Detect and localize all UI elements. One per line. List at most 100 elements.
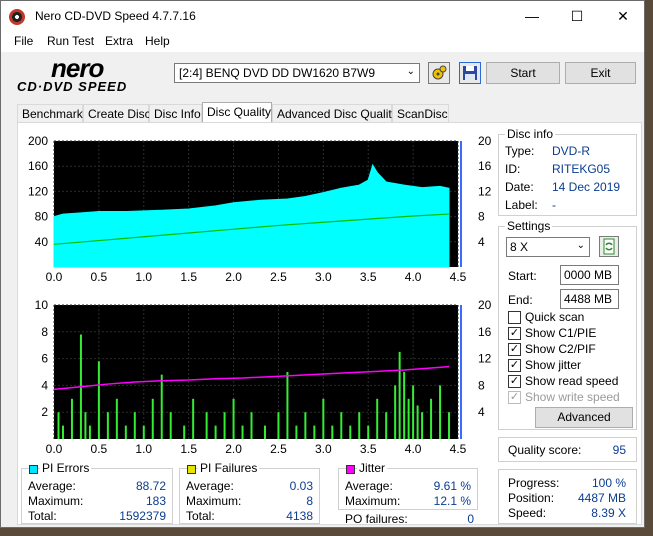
drive-select[interactable]: [2:4] BENQ DVD DD DW1620 B7W9 ⌄ [174, 63, 420, 83]
minimize-button[interactable]: — [509, 1, 555, 32]
y-left-tick-label: 2 [41, 405, 48, 419]
save-button[interactable] [459, 62, 481, 84]
pi-errors-chart: 0.0 0.5 1.0 1.5 2.0 2.5 3.0 3.5 4.0 4.5 200 160 120 8… [28, 134, 492, 284]
pi-errors-maximum-label: Maximum: [28, 494, 84, 508]
position-value: 4487 MB [577, 491, 626, 505]
window-title: Nero CD-DVD Speed 4.7.7.16 [35, 9, 196, 23]
start-input[interactable]: 0000 MB [560, 265, 619, 285]
start-button[interactable]: Start [486, 62, 560, 84]
x-tick-label: 0.5 [91, 442, 108, 455]
settings-header: Settings [505, 219, 553, 233]
show-read-speed-checkbox[interactable]: ✓ [508, 375, 521, 388]
jitter-maximum-label: Maximum: [345, 494, 401, 508]
disc-type-value: DVD-R [552, 144, 590, 158]
pi-failures-maximum: 8 [306, 494, 313, 508]
pi-errors-average: 88.72 [135, 479, 166, 493]
pi-failures-chart: 0.0 0.5 1.0 1.5 2.0 2.5 3.0 3.5 4.0 4.5 10 8 6 4 2 20 16… [35, 298, 492, 455]
tab-benchmark[interactable]: Benchmark [17, 104, 83, 123]
progress-group: Progress: 100 % Position: 4487 MB Speed:… [498, 469, 637, 524]
x-tick-label: 1.5 [180, 442, 197, 455]
y-left-tick-label: 6 [41, 352, 48, 366]
end-label: End: [508, 293, 533, 307]
refresh-speed-button[interactable] [599, 236, 619, 257]
y-left-tick-label: 160 [28, 159, 48, 173]
menu-bar: File Run Test Extra Help [1, 32, 644, 52]
po-failures-label: PO failures: [345, 512, 408, 526]
pi-failures-average-label: Average: [186, 479, 234, 493]
x-tick-label: 2.5 [270, 442, 287, 455]
close-button[interactable]: ✕ [600, 1, 646, 32]
quality-score-label: Quality score: [508, 443, 582, 457]
jitter-swatch [346, 465, 355, 474]
quick-scan-checkbox[interactable] [508, 311, 521, 324]
tab-advanced-disc-quality[interactable]: Advanced Disc Quality [272, 104, 398, 123]
tab-disc-quality[interactable]: Disc Quality [202, 102, 272, 124]
jitter-average: 9.61 % [433, 479, 471, 493]
y-right-tick-label: 4 [478, 405, 485, 419]
x-tick-label: 3.5 [360, 442, 377, 455]
tab-scandisc[interactable]: ScanDisc [392, 104, 449, 123]
pi-failures-header: PI Failures [198, 461, 260, 475]
menu-extra[interactable]: Extra [105, 34, 133, 48]
advanced-button[interactable]: Advanced [535, 407, 633, 428]
x-tick-label: 4.5 [450, 442, 467, 455]
y-left-tick-label: 200 [28, 134, 48, 148]
x-tick-label: 4.5 [450, 270, 467, 284]
pi-failures-swatch [187, 465, 196, 474]
settings-group: Settings 8 X ⌄ Start: 0000 MB End: 4488 … [498, 219, 637, 430]
disc-label-value: - [552, 198, 556, 212]
y-right-tick-label: 12 [478, 352, 492, 366]
show-c2-pif-checkbox[interactable]: ✓ [508, 343, 521, 356]
disc-quality-panel: 0.0 0.5 1.0 1.5 2.0 2.5 3.0 3.5 4.0 4.5 200 160 120 8… [17, 122, 642, 526]
menu-file[interactable]: File [14, 34, 33, 48]
pi-errors-header: PI Errors [40, 461, 92, 475]
drive-info-button[interactable] [428, 62, 450, 84]
x-tick-label: 3.0 [315, 442, 332, 455]
exit-button[interactable]: Exit [565, 62, 636, 84]
disc-date-value: 14 Dec 2019 [552, 180, 621, 194]
y-left-tick-label: 40 [35, 235, 49, 249]
speed-value: 8.39 X [591, 506, 626, 520]
show-write-speed-checkbox[interactable]: ✓ [508, 391, 521, 404]
x-tick-label: 2.5 [270, 270, 287, 284]
disc-info-header: Disc info [505, 127, 556, 141]
speed-label: Speed: [508, 506, 547, 520]
pi-errors-total: 1592379 [119, 509, 166, 523]
y-left-tick-label: 4 [41, 378, 48, 392]
start-label: Start: [508, 269, 537, 283]
plot-background [54, 305, 458, 439]
pi-failures-average: 0.03 [289, 479, 313, 493]
maximize-button[interactable]: ☐ [554, 1, 600, 32]
y-left-tick-label: 10 [35, 298, 49, 312]
logo-speed-text: CD·DVD SPEED [17, 79, 128, 94]
y-right-tick-label: 20 [478, 134, 492, 148]
show-c1-pie-checkbox[interactable]: ✓ [508, 327, 521, 340]
show-jitter-checkbox[interactable]: ✓ [508, 359, 521, 372]
disc-date-label: Date: [505, 180, 534, 194]
y-right-tick-label: 4 [478, 235, 485, 249]
progress-value: 100 % [591, 476, 626, 490]
tab-create-disc[interactable]: Create Disc [83, 104, 151, 123]
refresh-icon [603, 238, 615, 255]
x-tick-label: 0.0 [46, 442, 63, 455]
nero-logo: nero CD·DVD SPEED [15, 53, 165, 97]
app-window: Nero CD-DVD Speed 4.7.7.16 — ☐ ✕ File Ru… [0, 0, 645, 528]
menu-help[interactable]: Help [145, 34, 170, 48]
x-tick-label: 1.0 [135, 270, 152, 284]
pi-failures-maximum-label: Maximum: [186, 494, 242, 508]
disc-id-value: RITEKG05 [552, 162, 611, 176]
y-right-tick-label: 20 [478, 298, 492, 312]
y-right-tick-label: 8 [478, 210, 485, 224]
tab-disc-info[interactable]: Disc Info [149, 104, 202, 123]
x-tick-label: 3.5 [360, 270, 377, 284]
drive-select-value: [2:4] BENQ DVD DD DW1620 B7W9 [179, 66, 376, 80]
speed-select[interactable]: 8 X ⌄ [506, 237, 590, 257]
show-c1-pie-label: Show C1/PIE [525, 326, 597, 340]
x-tick-label: 0.5 [91, 270, 108, 284]
show-jitter-label: Show jitter [525, 358, 582, 372]
position-label: Position: [508, 491, 555, 505]
end-input[interactable]: 4488 MB [560, 289, 619, 309]
jitter-group: Jitter Average: 9.61 % Maximum: 12.1 % [338, 461, 478, 510]
y-right-tick-label: 8 [478, 378, 485, 392]
menu-run-test[interactable]: Run Test [47, 34, 94, 48]
